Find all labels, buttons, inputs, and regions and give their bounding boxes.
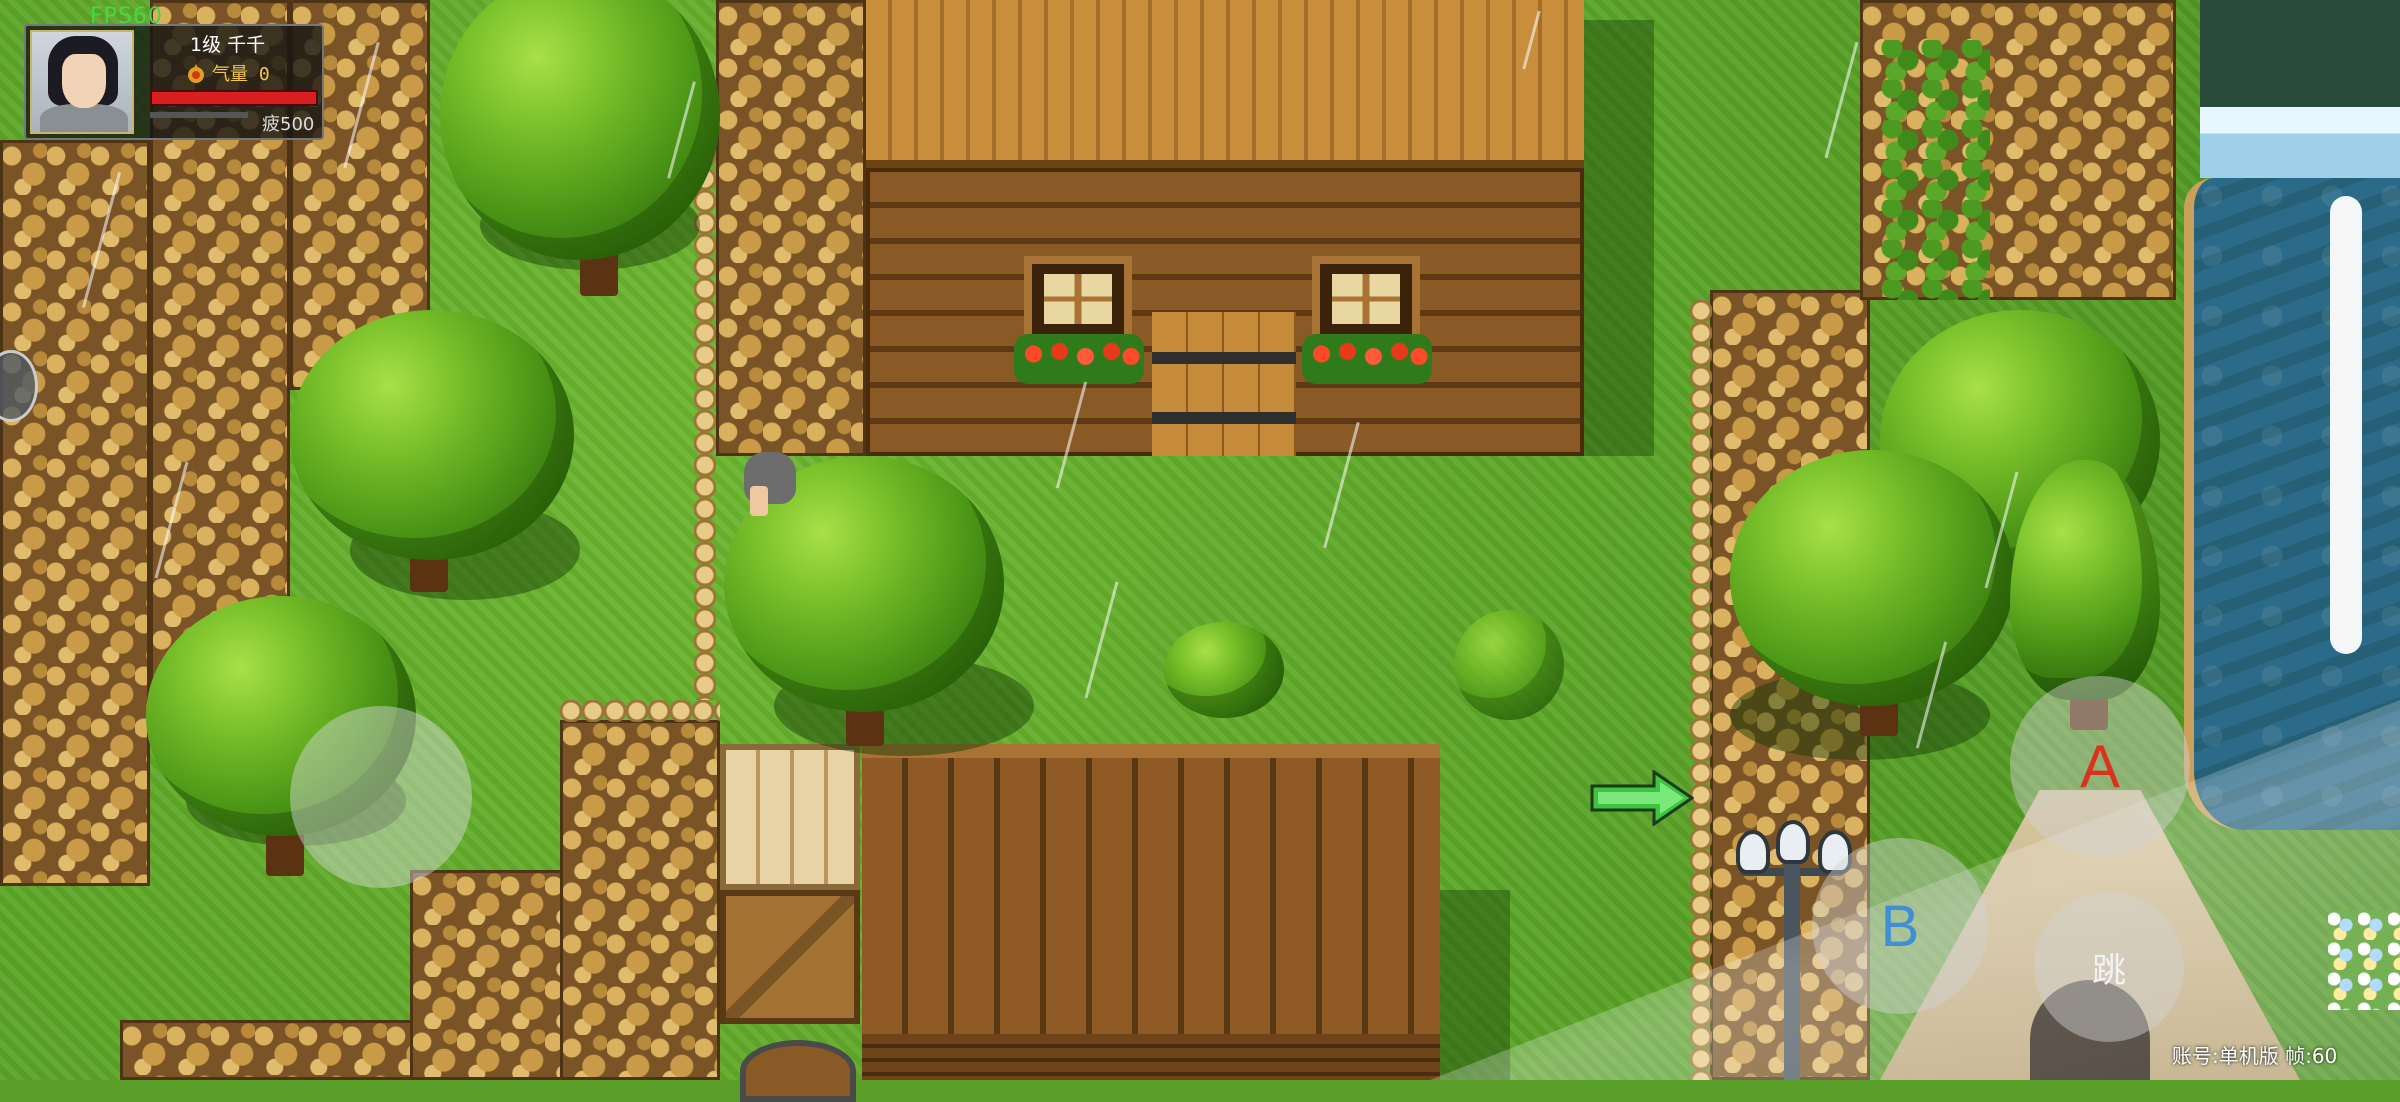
action-b-button[interactable]: B bbox=[1812, 838, 1988, 1014]
action-a-button[interactable]: A bbox=[2010, 676, 2190, 856]
log-palisade-base bbox=[862, 1034, 1440, 1080]
flame-icon bbox=[188, 64, 204, 83]
health-bar bbox=[150, 90, 318, 106]
fatigue-bar bbox=[150, 112, 249, 118]
cliff-bottom-mid bbox=[410, 870, 580, 1080]
wooden-crate-bottom bbox=[720, 890, 860, 1024]
fatigue-value: 疲500 bbox=[262, 114, 315, 135]
cliff-edge-bottom bbox=[560, 700, 720, 722]
cliff-edge-right bbox=[1690, 300, 1712, 1080]
lamp-bulb bbox=[1776, 820, 1810, 864]
barrel bbox=[740, 1040, 856, 1102]
avatar[interactable] bbox=[30, 30, 134, 134]
qi-value: 气量 0 bbox=[212, 64, 270, 85]
flower-box-left bbox=[1014, 334, 1144, 384]
lamp-bulb bbox=[1736, 830, 1770, 874]
cliff-bottom-left bbox=[120, 1020, 430, 1080]
virtual-joystick[interactable] bbox=[290, 706, 472, 888]
cliff-shadow-lower bbox=[1440, 890, 1510, 1080]
cliff-center-column bbox=[716, 0, 866, 456]
cliff-left bbox=[0, 140, 150, 886]
player-level-name: 1级 千千 bbox=[190, 34, 266, 56]
jump-button[interactable]: 跳 bbox=[2034, 892, 2184, 1042]
npc-face bbox=[750, 486, 768, 516]
wooden-crate-top bbox=[720, 744, 860, 890]
player-status-panel[interactable]: 1级 千千 气量 0 疲500 bbox=[24, 24, 324, 140]
cabin-roof bbox=[866, 0, 1584, 168]
cabin-window-right bbox=[1312, 256, 1420, 342]
cliff-bottom-center bbox=[560, 720, 720, 1080]
right-arrow-icon[interactable] bbox=[1590, 770, 1694, 826]
cabin-window-left bbox=[1024, 256, 1132, 342]
account-info: 账号:单机版 帧:60 bbox=[2172, 1044, 2338, 1068]
cabin-door[interactable] bbox=[1152, 312, 1296, 456]
flower-box-right bbox=[1302, 334, 1432, 384]
log-palisade bbox=[862, 744, 1440, 1034]
cliff-shadow bbox=[1584, 20, 1654, 456]
waterfall bbox=[2200, 0, 2400, 178]
vine-on-cliff bbox=[1880, 40, 1990, 300]
vertical-scroll-slider[interactable] bbox=[2330, 196, 2362, 654]
